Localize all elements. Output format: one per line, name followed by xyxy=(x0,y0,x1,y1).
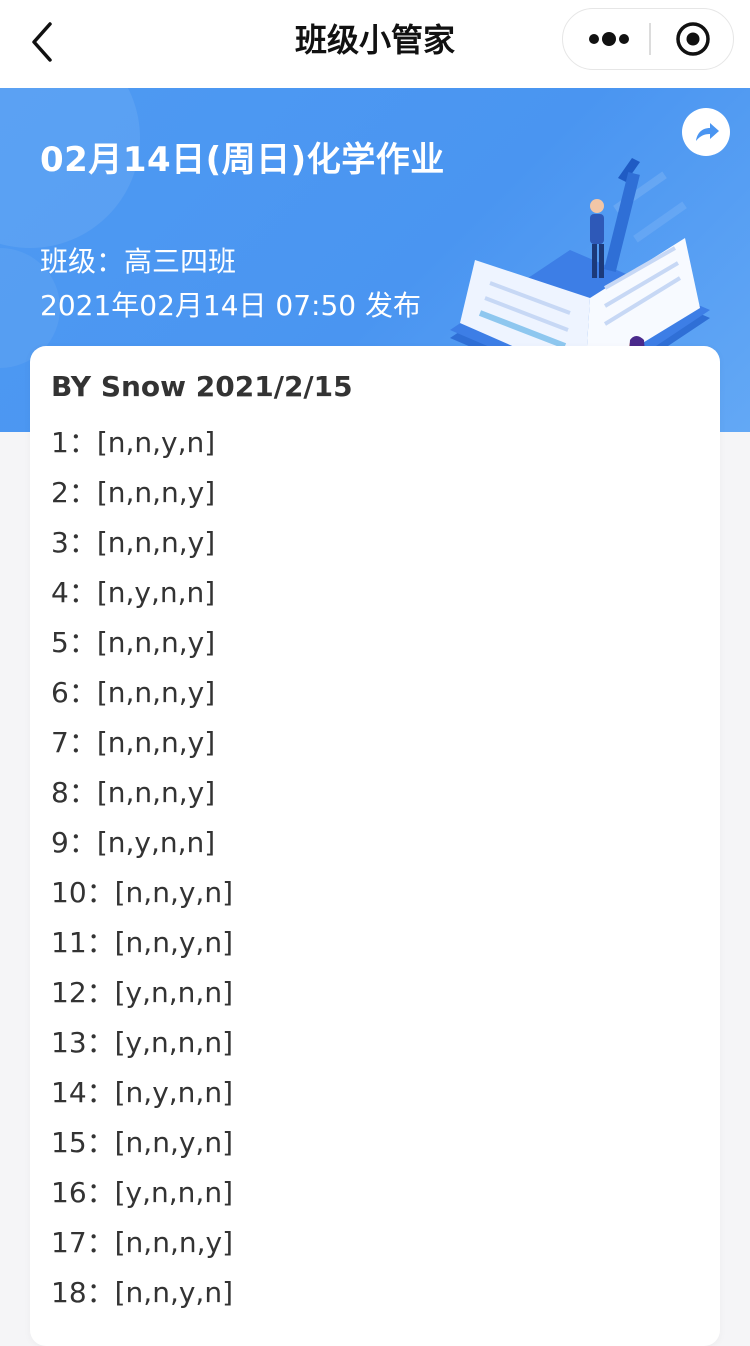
answer-item: 4：[n,y,n,n] xyxy=(51,576,216,609)
answer-item: 14：[n,y,n,n] xyxy=(51,1076,233,1109)
answer-item: 9：[n,y,n,n] xyxy=(51,826,216,859)
answer-item: 12：[y,n,n,n] xyxy=(51,976,233,1009)
answer-item: 7：[n,n,n,y] xyxy=(51,726,216,759)
close-miniprogram-button[interactable] xyxy=(667,17,723,61)
answer-item: 18：[n,n,y,n] xyxy=(51,1276,233,1309)
capsule-divider xyxy=(649,23,651,55)
target-circle-icon xyxy=(676,22,710,56)
answer-item: 5：[n,n,n,y] xyxy=(51,626,216,659)
answer-item: 1：[n,n,y,n] xyxy=(51,426,216,459)
answer-item: 8：[n,n,n,y] xyxy=(51,776,216,809)
answer-list: 1：[n,n,y,n] 2：[n,n,n,y] 3：[n,n,n,y] 4：[n… xyxy=(51,420,233,1320)
publish-time: 2021年02月14日 07:50 发布 xyxy=(40,289,422,322)
answer-item: 11：[n,n,y,n] xyxy=(51,926,233,959)
answer-item: 3：[n,n,n,y] xyxy=(51,526,216,559)
top-navbar: 班级小管家 xyxy=(0,0,750,88)
homework-content-card: BY Snow 2021/2/15 1：[n,n,y,n] 2：[n,n,n,y… xyxy=(30,346,720,1346)
more-button[interactable] xyxy=(577,17,647,61)
answer-item: 16：[y,n,n,n] xyxy=(51,1176,233,1209)
class-label: 班级：高三四班 xyxy=(40,245,237,278)
answer-item: 6：[n,n,n,y] xyxy=(51,676,216,709)
homework-title: 02月14日(周日)化学作业 xyxy=(40,140,445,180)
more-dots-icon xyxy=(589,32,629,46)
answer-item: 13：[y,n,n,n] xyxy=(51,1026,233,1059)
answer-item: 17：[n,n,n,y] xyxy=(51,1226,233,1259)
author-line: BY Snow 2021/2/15 xyxy=(51,370,353,403)
answer-item: 2：[n,n,n,y] xyxy=(51,476,216,509)
answer-item: 10：[n,n,y,n] xyxy=(51,876,233,909)
miniprogram-capsule xyxy=(562,8,734,70)
answer-item: 15：[n,n,y,n] xyxy=(51,1126,233,1159)
